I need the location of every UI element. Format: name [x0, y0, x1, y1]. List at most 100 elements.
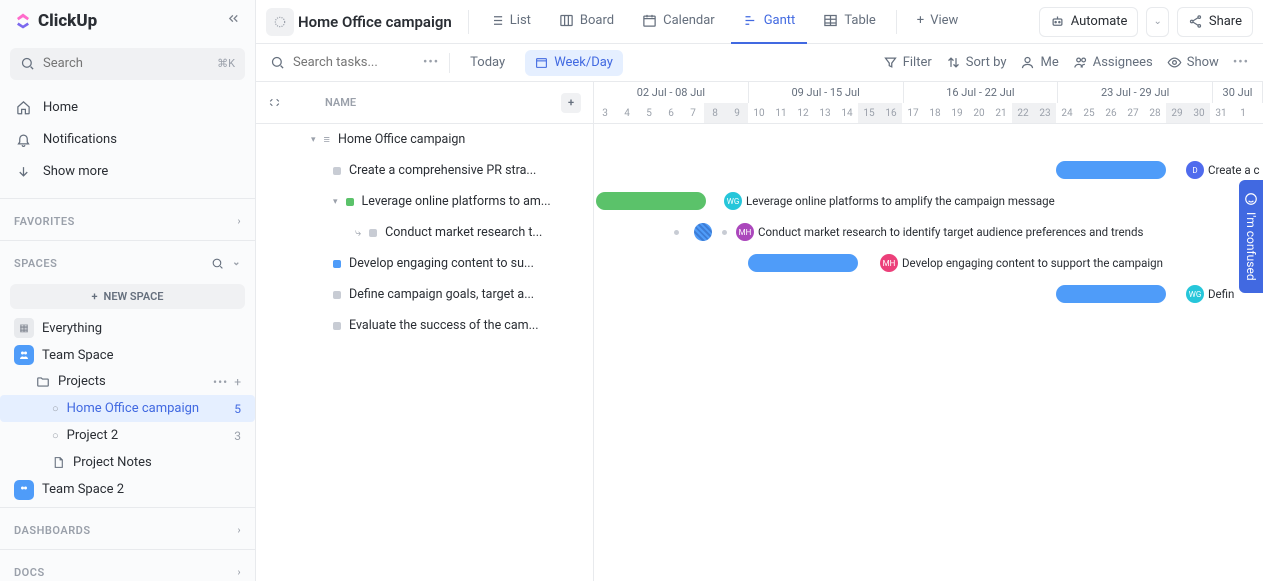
- caret-icon[interactable]: ▾: [333, 197, 338, 207]
- sidebar-item-everything[interactable]: ▦ Everything: [0, 315, 255, 342]
- day-cell[interactable]: 25: [1078, 103, 1100, 123]
- status-square[interactable]: [369, 229, 377, 237]
- logo[interactable]: ClickUp: [14, 11, 97, 31]
- day-cell[interactable]: 9: [726, 103, 748, 123]
- gantt-bar[interactable]: [1056, 285, 1166, 303]
- add-column-button[interactable]: +: [561, 93, 581, 113]
- day-cell[interactable]: 10: [748, 103, 770, 123]
- sidebar-item-projects[interactable]: Projects ••• +: [0, 368, 255, 395]
- spaces-section[interactable]: SPACES ⌄: [0, 245, 255, 278]
- day-cell[interactable]: 7: [682, 103, 704, 123]
- gantt-row[interactable]: MHDevelop engaging content to support th…: [594, 248, 1263, 279]
- day-cell[interactable]: 27: [1122, 103, 1144, 123]
- search-icon[interactable]: [211, 257, 224, 270]
- gantt-bar[interactable]: [748, 254, 858, 272]
- list-badge-icon[interactable]: [266, 8, 294, 36]
- share-button[interactable]: Share: [1177, 7, 1253, 37]
- status-square[interactable]: [333, 291, 341, 299]
- automate-dropdown[interactable]: ⌄: [1146, 7, 1168, 37]
- tab-board[interactable]: Board: [547, 0, 626, 44]
- tab-table[interactable]: Table: [811, 0, 887, 44]
- status-square[interactable]: [333, 167, 341, 175]
- gantt-row[interactable]: DCreate a c: [594, 155, 1263, 186]
- assignees-button[interactable]: Assignees: [1073, 55, 1153, 70]
- assignee-avatar[interactable]: D: [1186, 161, 1204, 179]
- task-row[interactable]: Define campaign goals, target a...: [256, 279, 593, 310]
- day-cell[interactable]: 6: [660, 103, 682, 123]
- nav-notifications[interactable]: Notifications: [0, 124, 255, 156]
- tab-list[interactable]: List: [477, 0, 543, 44]
- task-row[interactable]: Create a comprehensive PR stra...: [256, 155, 593, 186]
- nav-home[interactable]: Home: [0, 92, 255, 124]
- day-cell[interactable]: 24: [1056, 103, 1078, 123]
- day-cell[interactable]: 30: [1188, 103, 1210, 123]
- day-cell[interactable]: 16: [880, 103, 902, 123]
- gantt-bar[interactable]: [596, 192, 706, 210]
- sidebar-item-project-notes[interactable]: Project Notes: [0, 449, 255, 476]
- plus-icon[interactable]: +: [234, 375, 241, 389]
- assignee-avatar[interactable]: WG: [724, 192, 742, 210]
- more-icon[interactable]: •••: [423, 55, 439, 70]
- assignee-avatar[interactable]: MH: [736, 223, 754, 241]
- nav-show-more[interactable]: Show more: [0, 156, 255, 188]
- task-row[interactable]: ▾≡Home Office campaign: [256, 124, 593, 155]
- search-tasks-input[interactable]: [293, 55, 413, 70]
- status-square[interactable]: [346, 198, 354, 206]
- new-space-button[interactable]: + NEW SPACE: [10, 284, 245, 309]
- task-row[interactable]: Develop engaging content to su...: [256, 248, 593, 279]
- sort-button[interactable]: Sort by: [946, 55, 1007, 70]
- day-cell[interactable]: 4: [616, 103, 638, 123]
- day-cell[interactable]: 3: [594, 103, 616, 123]
- task-row[interactable]: Evaluate the success of the cam...: [256, 310, 593, 341]
- collapse-sidebar-icon[interactable]: [226, 11, 241, 30]
- page-title[interactable]: Home Office campaign: [298, 13, 452, 31]
- day-cell[interactable]: 22: [1012, 103, 1034, 123]
- status-square[interactable]: [333, 322, 341, 330]
- more-icon[interactable]: •••: [1233, 55, 1249, 70]
- day-cell[interactable]: 26: [1100, 103, 1122, 123]
- assignee-avatar[interactable]: WG: [1186, 285, 1204, 303]
- favorites-section[interactable]: FAVORITES ›: [0, 203, 255, 236]
- gantt-row[interactable]: WGDefin: [594, 279, 1263, 310]
- day-cell[interactable]: 21: [990, 103, 1012, 123]
- day-cell[interactable]: 15: [858, 103, 880, 123]
- caret-icon[interactable]: ▾: [311, 135, 316, 145]
- status-square[interactable]: [333, 260, 341, 268]
- day-cell[interactable]: 1: [1232, 103, 1254, 123]
- sidebar-search-input[interactable]: [43, 56, 209, 71]
- gantt-row[interactable]: [594, 310, 1263, 341]
- docs-section[interactable]: DOCS ›: [0, 554, 255, 581]
- task-row[interactable]: ▾Leverage online platforms to am...: [256, 186, 593, 217]
- day-cell[interactable]: 13: [814, 103, 836, 123]
- today-button[interactable]: Today: [460, 50, 515, 76]
- milestone-icon[interactable]: [694, 223, 712, 241]
- sidebar-item-project-2[interactable]: ○ Project 2 3: [0, 422, 255, 449]
- show-button[interactable]: Show: [1167, 55, 1219, 70]
- gantt-row[interactable]: MHConduct market research to identify ta…: [594, 217, 1263, 248]
- day-cell[interactable]: 18: [924, 103, 946, 123]
- day-cell[interactable]: 29: [1166, 103, 1188, 123]
- day-cell[interactable]: 12: [792, 103, 814, 123]
- gantt-bar[interactable]: [1056, 161, 1166, 179]
- sidebar-item-team-space-2[interactable]: Team Space 2: [0, 476, 255, 503]
- add-view-button[interactable]: + View: [905, 0, 971, 44]
- more-icon[interactable]: •••: [213, 375, 228, 389]
- assignee-avatar[interactable]: MH: [880, 254, 898, 272]
- tab-gantt[interactable]: Gantt: [731, 0, 808, 44]
- day-cell[interactable]: 20: [968, 103, 990, 123]
- day-cell[interactable]: 8: [704, 103, 726, 123]
- sidebar-search[interactable]: ⌘K: [10, 48, 245, 80]
- tab-calendar[interactable]: Calendar: [630, 0, 727, 44]
- day-cell[interactable]: 5: [638, 103, 660, 123]
- gantt-chart[interactable]: 02 Jul - 08 Jul09 Jul - 15 Jul16 Jul - 2…: [594, 82, 1263, 581]
- automate-button[interactable]: Automate: [1039, 7, 1139, 37]
- dashboards-section[interactable]: DASHBOARDS ›: [0, 512, 255, 545]
- chevron-down-icon[interactable]: ⌄: [232, 257, 241, 270]
- day-cell[interactable]: 14: [836, 103, 858, 123]
- feedback-button[interactable]: I'm confused: [1239, 180, 1263, 293]
- sidebar-item-team-space[interactable]: Team Space: [0, 342, 255, 369]
- weekday-toggle[interactable]: Week/Day: [525, 50, 623, 76]
- day-cell[interactable]: 31: [1210, 103, 1232, 123]
- day-cell[interactable]: 17: [902, 103, 924, 123]
- expand-icon[interactable]: [268, 96, 281, 109]
